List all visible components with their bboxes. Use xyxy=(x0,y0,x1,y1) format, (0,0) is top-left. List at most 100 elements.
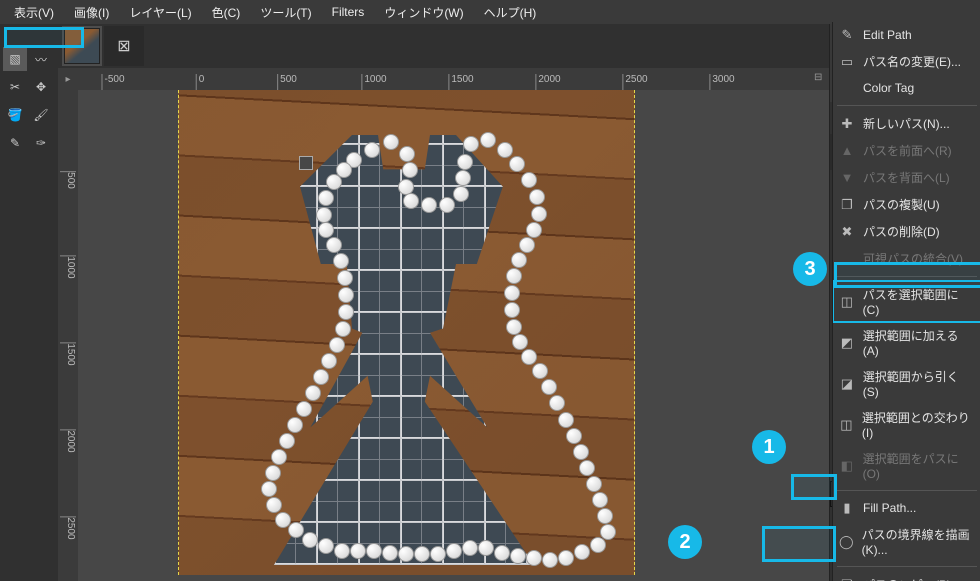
image-tab-close[interactable]: ⊠ xyxy=(104,26,144,66)
path-node[interactable] xyxy=(382,545,398,561)
path-node[interactable] xyxy=(521,172,537,188)
menu-tools[interactable]: ツール(T) xyxy=(250,1,321,24)
cm-edit-path[interactable]: ✎Edit Path xyxy=(833,22,980,48)
cm-new-path[interactable]: ✚新しいパス(N)... xyxy=(833,110,980,137)
path-node[interactable] xyxy=(287,417,303,433)
path-node[interactable] xyxy=(316,207,332,223)
path-node[interactable] xyxy=(329,337,345,353)
path-node[interactable] xyxy=(480,132,496,148)
path-node[interactable] xyxy=(506,319,522,335)
path-node[interactable] xyxy=(266,497,282,513)
path-node[interactable] xyxy=(288,522,304,538)
path-node[interactable] xyxy=(335,321,351,337)
path-node[interactable] xyxy=(586,476,602,492)
path-node[interactable] xyxy=(279,433,295,449)
brush-tool[interactable]: 🖌 xyxy=(29,103,53,127)
path-node[interactable] xyxy=(453,186,469,202)
path-node[interactable] xyxy=(338,287,354,303)
cm-path-to-selection[interactable]: ◫パスを選択範囲に(C) xyxy=(833,281,980,322)
path-node[interactable] xyxy=(574,544,590,560)
path-node[interactable] xyxy=(321,353,337,369)
path-tool[interactable]: ✑ xyxy=(29,131,53,155)
cm-stroke-path[interactable]: ◯パスの境界線を描画(K)... xyxy=(833,521,980,562)
path-node[interactable] xyxy=(296,401,312,417)
path-node[interactable] xyxy=(305,385,321,401)
path-node[interactable] xyxy=(526,550,542,566)
path-node[interactable] xyxy=(337,270,353,286)
lasso-tool[interactable]: 〰 xyxy=(29,47,53,71)
path-node[interactable] xyxy=(573,444,589,460)
path-node[interactable] xyxy=(504,302,520,318)
menu-image[interactable]: 画像(I) xyxy=(64,1,119,24)
path-node[interactable] xyxy=(541,379,557,395)
path-node[interactable] xyxy=(336,162,352,178)
cm-copy-path[interactable]: ❏パスのコピー(P) xyxy=(833,571,980,581)
rect-select-tool[interactable]: ▧ xyxy=(3,47,27,71)
path-node[interactable] xyxy=(526,222,542,238)
cm-add-to-selection[interactable]: ◩選択範囲に加える(A) xyxy=(833,322,980,363)
path-node[interactable] xyxy=(265,465,281,481)
cm-color-tag[interactable]: Color Tag xyxy=(833,75,980,101)
path-node[interactable] xyxy=(597,508,613,524)
bucket-tool[interactable]: 🪣 xyxy=(3,103,27,127)
path-node[interactable] xyxy=(333,253,349,269)
path-node[interactable] xyxy=(542,552,558,568)
path-node[interactable] xyxy=(318,222,334,238)
path-start-handle-icon[interactable] xyxy=(299,156,313,170)
path-node[interactable] xyxy=(366,543,382,559)
path-node[interactable] xyxy=(318,538,334,554)
path-node[interactable] xyxy=(592,492,608,508)
path-node[interactable] xyxy=(590,537,606,553)
path-node[interactable] xyxy=(414,546,430,562)
path-node[interactable] xyxy=(350,543,366,559)
menu-windows[interactable]: ウィンドウ(W) xyxy=(374,1,473,24)
cm-rename-path[interactable]: ▭パス名の変更(E)... xyxy=(833,48,980,75)
menu-layer[interactable]: レイヤー(L) xyxy=(119,1,201,24)
path-node[interactable] xyxy=(504,285,520,301)
ruler-horizontal[interactable]: -500 0 500 1000 1500 2000 2500 3000 xyxy=(78,68,810,91)
cm-sub-from-selection[interactable]: ◪選択範囲から引く(S) xyxy=(833,363,980,404)
path-node[interactable] xyxy=(446,543,462,559)
cm-intersect-selection[interactable]: ◫選択範囲との交わり(I) xyxy=(833,404,980,445)
path-node[interactable] xyxy=(275,512,291,528)
cm-delete-path[interactable]: ✖パスの削除(D) xyxy=(833,218,980,245)
menu-colors[interactable]: 色(C) xyxy=(202,1,251,24)
path-node[interactable] xyxy=(558,412,574,428)
menu-view[interactable]: 表示(V) xyxy=(4,1,64,24)
move-tool[interactable]: ✥ xyxy=(29,75,53,99)
path-node[interactable] xyxy=(383,134,399,150)
path-node[interactable] xyxy=(457,154,473,170)
path-node[interactable] xyxy=(529,189,545,205)
path-node[interactable] xyxy=(506,268,522,284)
path-node[interactable] xyxy=(261,481,277,497)
path-node[interactable] xyxy=(463,136,479,152)
canvas[interactable] xyxy=(78,90,810,581)
ruler-vertical[interactable]: 500 1000 1500 2000 2500 xyxy=(58,90,79,581)
path-node[interactable] xyxy=(364,142,380,158)
ruler-corner-icon[interactable]: ▸ xyxy=(58,68,78,90)
path-node[interactable] xyxy=(338,304,354,320)
path-node[interactable] xyxy=(455,170,471,186)
menu-filters[interactable]: Filters xyxy=(322,2,375,22)
crop-tool[interactable]: ✂ xyxy=(3,75,27,99)
path-node[interactable] xyxy=(579,460,595,476)
path-node[interactable] xyxy=(430,546,446,562)
path-node[interactable] xyxy=(398,546,414,562)
clone-tool[interactable]: ✎ xyxy=(3,131,27,155)
path-node[interactable] xyxy=(512,334,528,350)
path-node[interactable] xyxy=(531,206,547,222)
path-node[interactable] xyxy=(302,532,318,548)
path-node[interactable] xyxy=(334,543,350,559)
path-node[interactable] xyxy=(510,548,526,564)
path-node[interactable] xyxy=(318,190,334,206)
path-node[interactable] xyxy=(462,540,478,556)
path-node[interactable] xyxy=(403,193,419,209)
path-node[interactable] xyxy=(511,252,527,268)
path-node[interactable] xyxy=(271,449,287,465)
path-node[interactable] xyxy=(521,349,537,365)
cm-fill-path[interactable]: ▮Fill Path... xyxy=(833,495,980,521)
path-node[interactable] xyxy=(421,197,437,213)
cm-duplicate-path[interactable]: ❐パスの複製(U) xyxy=(833,191,980,218)
path-node[interactable] xyxy=(494,545,510,561)
path-node[interactable] xyxy=(313,369,329,385)
